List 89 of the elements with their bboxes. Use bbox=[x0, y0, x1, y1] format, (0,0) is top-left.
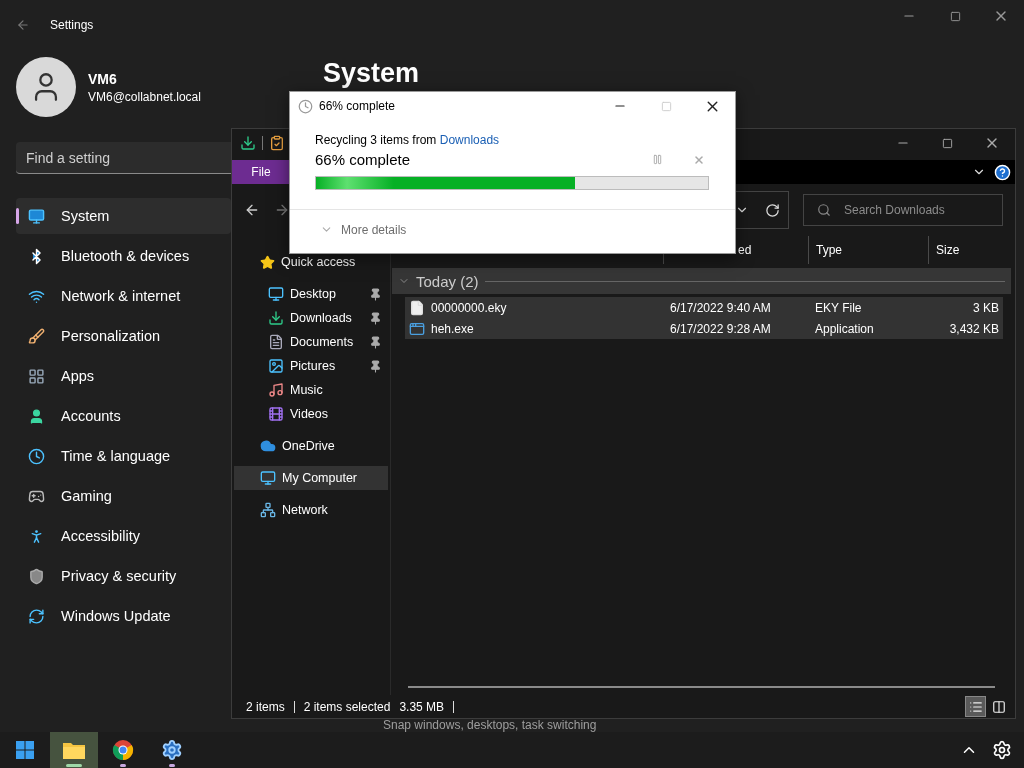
download-icon bbox=[268, 310, 284, 326]
sidebar-item[interactable]: Network & internet bbox=[16, 278, 231, 314]
folder-icon bbox=[62, 740, 86, 760]
page-title: System bbox=[323, 58, 421, 89]
browser-icon bbox=[112, 739, 134, 761]
gear-icon bbox=[161, 739, 183, 761]
setting-description: Snap windows, desktops, task switching bbox=[382, 719, 598, 732]
nav-pane-item[interactable]: Quick access bbox=[234, 250, 388, 274]
shield-icon bbox=[28, 567, 45, 585]
dialog-title: 66% complete bbox=[319, 99, 396, 113]
file-name: 00000000.eky bbox=[431, 300, 507, 315]
selection-size: 3.35 MB bbox=[399, 699, 445, 714]
sidebar-item[interactable]: Personalization bbox=[16, 318, 231, 354]
monitor-icon bbox=[268, 286, 284, 302]
sidebar-item[interactable]: Accessibility bbox=[16, 518, 231, 554]
back-arrow-icon[interactable] bbox=[244, 202, 260, 218]
column-header[interactable]: Type bbox=[808, 236, 928, 264]
panes-icon bbox=[991, 699, 1006, 714]
window-title: Settings bbox=[50, 18, 94, 32]
nav-pane-item[interactable]: Videos bbox=[234, 402, 388, 426]
sidebar-item[interactable]: Gaming bbox=[16, 478, 231, 514]
maximize-icon bbox=[949, 10, 961, 22]
list-icon bbox=[968, 699, 983, 714]
monitor-icon bbox=[260, 470, 276, 486]
sidebar-item[interactable]: Bluetooth & devices bbox=[16, 238, 231, 274]
gear-icon bbox=[992, 740, 1012, 760]
progress-text: 66% complete bbox=[315, 151, 411, 168]
film-icon bbox=[268, 406, 284, 422]
nav-pane-item[interactable]: Downloads bbox=[234, 306, 388, 330]
type-cell-text: Application bbox=[814, 321, 875, 336]
date-cell-text: 6/17/2022 9:28 AM bbox=[669, 321, 772, 336]
clipboard-icon[interactable] bbox=[269, 135, 285, 151]
taskbar-app-button[interactable] bbox=[50, 732, 98, 768]
column-header[interactable]: Size bbox=[928, 236, 1008, 264]
file-row[interactable]: 00000000.eky 6/17/2022 9:40 AM EKY File 3 KB bbox=[405, 297, 1003, 318]
search-field[interactable]: Search Downloads bbox=[803, 194, 1003, 226]
file-name: heh.exe bbox=[431, 321, 474, 336]
folder-link[interactable]: Downloads bbox=[439, 133, 500, 147]
progress-message: Recycling 3 items from Downloads bbox=[315, 133, 501, 147]
size-cell-text: 3 KB bbox=[972, 300, 1000, 315]
search-icon bbox=[817, 203, 831, 217]
selection-count: 2 items selected bbox=[303, 699, 391, 714]
nav-pane-item[interactable]: Desktop bbox=[234, 282, 388, 306]
network-icon bbox=[260, 502, 276, 518]
cloud-icon bbox=[260, 438, 276, 454]
item-count: 2 items bbox=[246, 699, 285, 714]
brush-icon bbox=[28, 327, 45, 345]
size-cell-text: 3,432 KB bbox=[948, 321, 1000, 336]
refresh-icon bbox=[28, 607, 45, 625]
sidebar-item[interactable]: Time & language bbox=[16, 438, 231, 474]
grid-icon bbox=[28, 367, 45, 385]
nav-pane-item[interactable]: Pictures bbox=[234, 354, 388, 378]
nav-pane-item[interactable]: Network bbox=[234, 498, 388, 522]
avatar bbox=[16, 57, 76, 117]
file-tab[interactable]: File bbox=[232, 160, 290, 184]
sidebar-item[interactable]: Accounts bbox=[16, 398, 231, 434]
forward-arrow-icon[interactable] bbox=[274, 202, 290, 218]
refresh-icon[interactable] bbox=[765, 202, 780, 218]
nav-pane-item[interactable]: Music bbox=[234, 378, 388, 402]
help-icon[interactable] bbox=[994, 163, 1011, 181]
more-details-button[interactable]: More details bbox=[290, 210, 735, 249]
star-icon bbox=[260, 254, 275, 270]
application-icon bbox=[409, 320, 425, 337]
user-name: VM6 bbox=[88, 70, 118, 87]
file-row[interactable]: heh.exe 6/17/2022 9:28 AM Application 3,432 KB bbox=[405, 318, 1003, 339]
download-icon[interactable] bbox=[240, 135, 256, 151]
details-view-button[interactable] bbox=[965, 696, 986, 717]
sidebar-item[interactable]: System bbox=[16, 198, 231, 234]
sidebar-item[interactable]: Windows Update bbox=[16, 598, 231, 634]
clock-icon bbox=[298, 98, 313, 114]
file-icon bbox=[409, 299, 425, 316]
image-icon bbox=[268, 358, 284, 374]
windows-icon bbox=[16, 741, 34, 759]
sidebar-item[interactable]: Apps bbox=[16, 358, 231, 394]
nav-pane-item[interactable]: OneDrive bbox=[234, 434, 388, 458]
maximize-icon bbox=[941, 137, 953, 149]
type-cell-text: EKY File bbox=[814, 300, 863, 315]
maximize-icon bbox=[660, 100, 672, 112]
music-icon bbox=[268, 382, 284, 398]
monitor-icon bbox=[28, 207, 45, 225]
group-header[interactable]: Today (2) bbox=[392, 268, 1011, 294]
clock-icon bbox=[28, 447, 45, 465]
sidebar-item[interactable]: Privacy & security bbox=[16, 558, 231, 594]
user-email: VM6@collabnet.local bbox=[88, 89, 201, 104]
person-icon bbox=[28, 407, 45, 425]
date-cell-text: 6/17/2022 9:40 AM bbox=[669, 300, 772, 315]
document-icon bbox=[268, 334, 284, 350]
nav-pane-item[interactable]: Documents bbox=[234, 330, 388, 354]
nav-pane-item[interactable]: My Computer bbox=[234, 466, 388, 490]
